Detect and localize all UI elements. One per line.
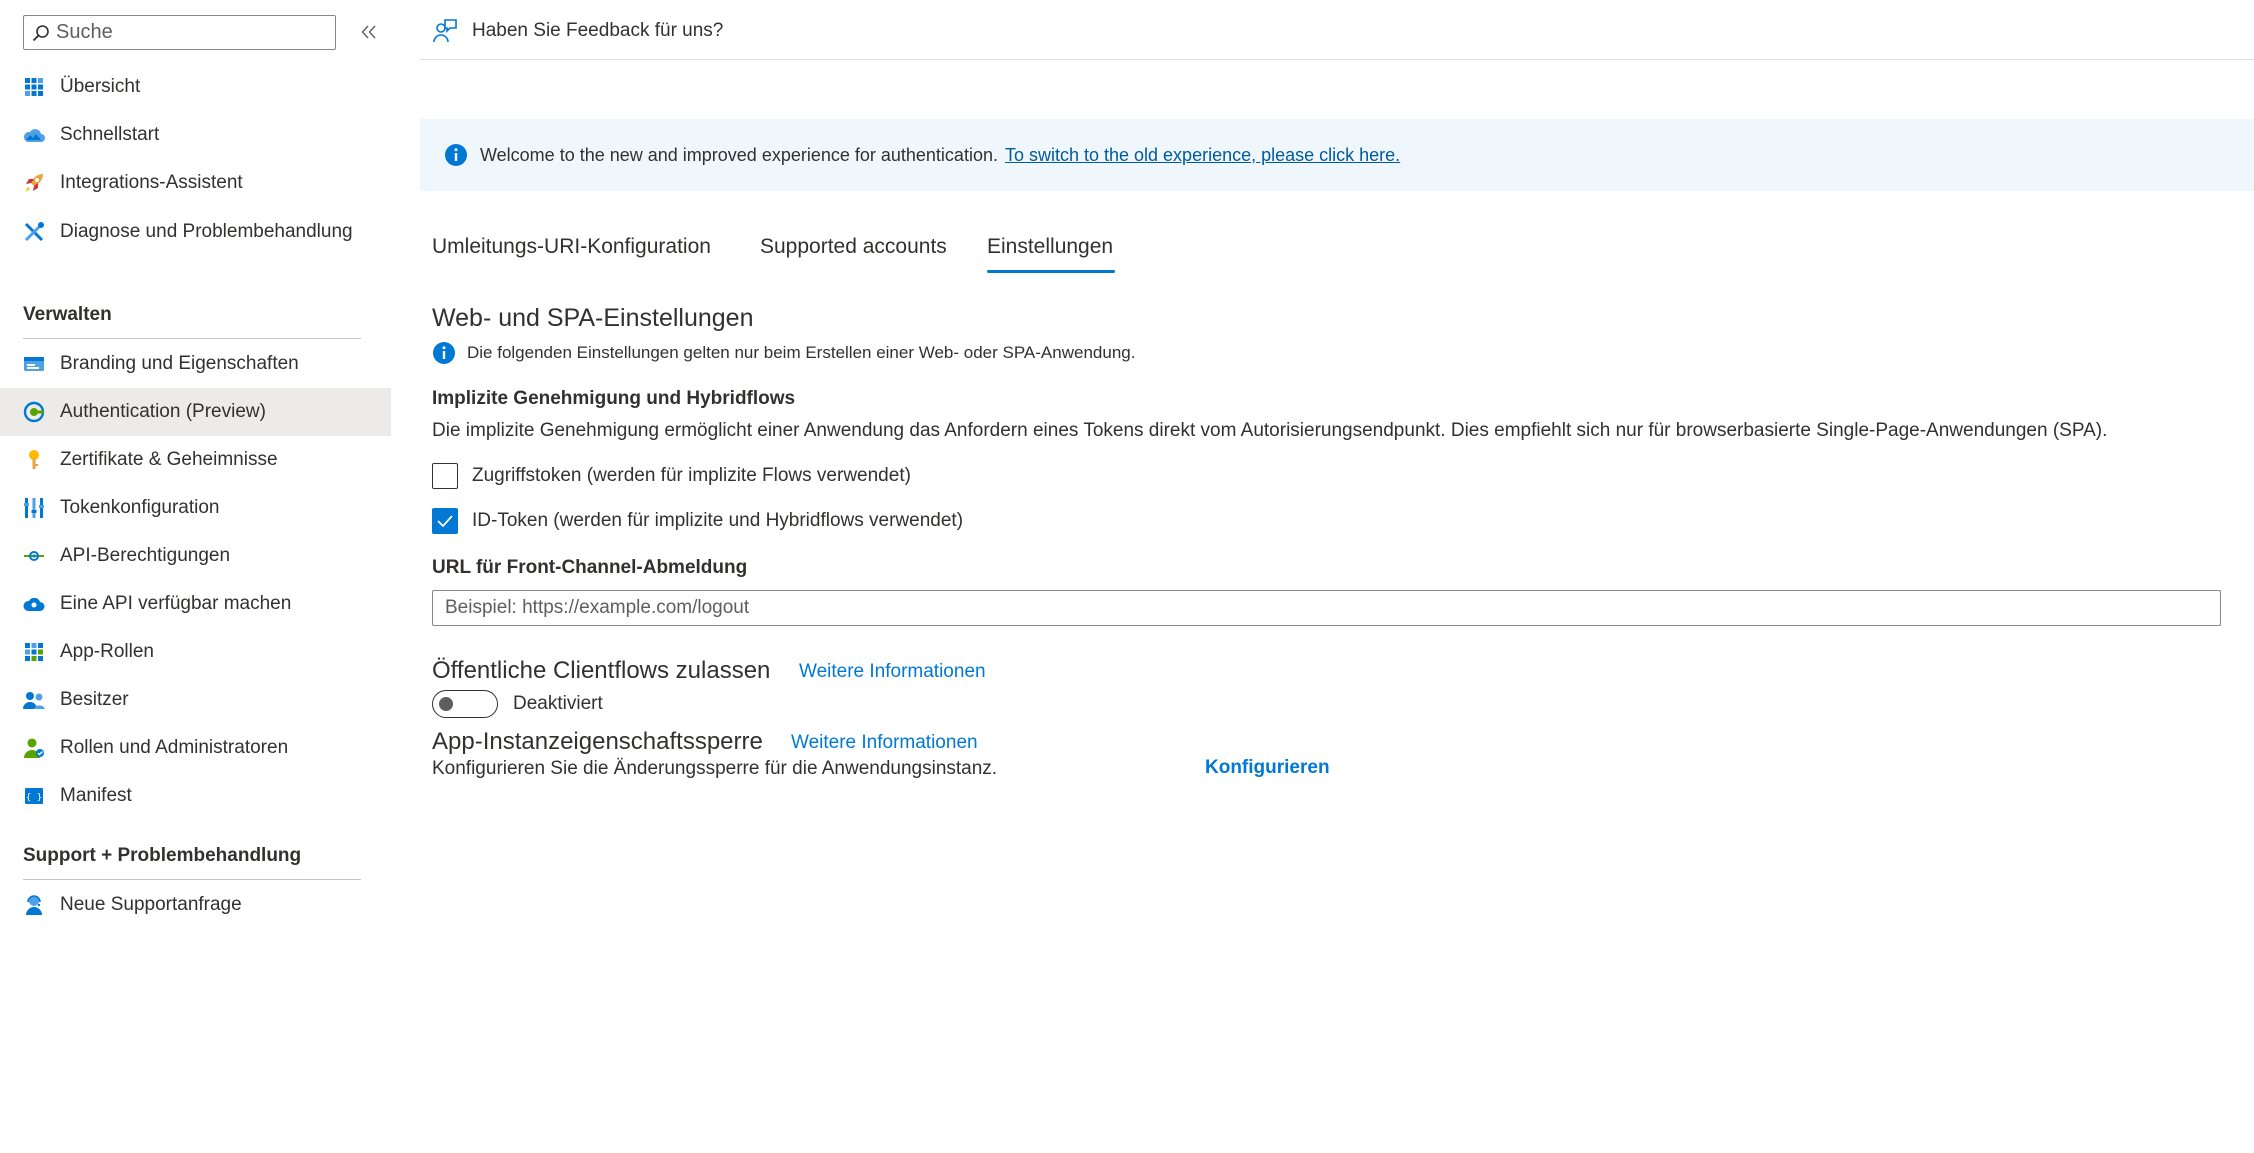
sidebar-item-label: Besitzer <box>60 689 129 710</box>
sidebar-item-label: Rollen und Administratoren <box>60 737 289 758</box>
front-channel-logout-label: URL für Front-Channel-Abmeldung <box>432 557 748 578</box>
double-chevron-left-icon <box>361 25 376 39</box>
id-tokens-label: ID-Token (werden für implizite und Hybri… <box>472 510 964 531</box>
info-banner: Welcome to the new and improved experien… <box>420 119 2254 191</box>
info-icon <box>445 144 467 166</box>
implicit-grant-heading: Implizite Genehmigung und Hybridflows <box>432 388 796 409</box>
sidebar-item-owners[interactable]: Besitzer <box>0 676 391 724</box>
sidebar-item-label: API-Berechtigungen <box>60 545 231 566</box>
manifest-icon: { } <box>22 784 46 808</box>
active-tab-indicator <box>987 270 1115 273</box>
web-spa-settings-title: Web- und SPA-Einstellungen <box>432 304 754 332</box>
instance-lock-description: Konfigurieren Sie die Änderungssperre fü… <box>432 758 998 779</box>
search-box[interactable] <box>23 15 336 50</box>
roles-admin-icon <box>22 736 46 760</box>
sidebar-item-label: Integrations-Assistent <box>60 172 243 193</box>
wrench-tools-icon <box>22 220 46 244</box>
tab-supported-accounts[interactable]: Supported accounts <box>760 235 947 259</box>
main-content: Haben Sie Feedback für uns? Welcome to t… <box>420 0 2254 1153</box>
sidebar-item-label: Schnellstart <box>60 124 160 145</box>
sidebar-item-label: Neue Supportanfrage <box>60 894 242 915</box>
sidebar-item-token-config[interactable]: Tokenkonfiguration <box>0 484 391 532</box>
overview-grid-icon <box>22 75 46 99</box>
sidebar-item-roles-admins[interactable]: Rollen und Administratoren <box>0 724 391 772</box>
svg-text:{ }: { } <box>26 793 42 803</box>
sidebar-item-authentication[interactable]: Authentication (Preview) <box>0 388 391 436</box>
sidebar-item-new-support-request[interactable]: Neue Supportanfrage <box>0 881 391 929</box>
sidebar-item-app-roles[interactable]: App-Rollen <box>0 628 391 676</box>
branding-card-icon <box>22 352 46 376</box>
rocket-icon <box>22 171 46 195</box>
support-person-icon <box>22 893 46 917</box>
sidebar-item-branding[interactable]: Branding und Eigenschaften <box>0 340 391 388</box>
authentication-icon <box>22 400 46 424</box>
cloud-quickstart-icon <box>22 123 46 147</box>
feedback-text: Haben Sie Feedback für uns? <box>472 20 724 41</box>
sidebar-item-label: Manifest <box>60 785 132 806</box>
toggle-knob <box>439 697 453 711</box>
access-tokens-option[interactable]: Zugriffstoken (werden für implizite Flow… <box>432 463 911 489</box>
sidebar-item-label: Eine API verfügbar machen <box>60 593 292 614</box>
checkmark-icon <box>437 515 453 528</box>
owners-people-icon <box>22 688 46 712</box>
sidebar-item-integration-assistant[interactable]: Integrations-Assistent <box>0 159 391 207</box>
section-divider <box>23 338 361 339</box>
tab-redirect-uri[interactable]: Umleitungs-URI-Konfiguration <box>432 235 711 259</box>
section-divider <box>23 879 361 880</box>
sidebar-item-expose-api[interactable]: Eine API verfügbar machen <box>0 580 391 628</box>
header-divider <box>420 59 2254 60</box>
info-icon <box>433 342 455 364</box>
sidebar-item-manifest[interactable]: { } Manifest <box>0 772 391 820</box>
search-input[interactable] <box>56 21 316 44</box>
tab-settings[interactable]: Einstellungen <box>987 235 1113 259</box>
public-client-flows-title: Öffentliche Clientflows zulassen <box>432 657 771 684</box>
front-channel-logout-url-input[interactable] <box>432 590 2221 626</box>
public-client-flows-toggle-row[interactable]: Deaktiviert <box>432 690 603 718</box>
public-client-flows-toggle[interactable] <box>432 690 498 718</box>
banner-text: Welcome to the new and improved experien… <box>480 144 998 165</box>
web-spa-info-text: Die folgenden Einstellungen gelten nur b… <box>467 343 1136 362</box>
key-icon <box>22 448 46 472</box>
token-bars-icon <box>22 496 46 520</box>
collapse-sidebar-button[interactable] <box>355 17 383 47</box>
web-spa-info: Die folgenden Einstellungen gelten nur b… <box>432 341 1135 365</box>
instance-lock-more-info-link[interactable]: Weitere Informationen <box>791 732 978 754</box>
sidebar-item-overview[interactable]: Übersicht <box>0 63 391 111</box>
feedback-person-icon <box>433 19 457 43</box>
sidebar-item-api-permissions[interactable]: API-Berechtigungen <box>0 532 391 580</box>
sidebar-item-label: Übersicht <box>60 76 141 97</box>
configure-button[interactable]: Konfigurieren <box>1205 757 1330 779</box>
sidebar-item-label: App-Rollen <box>60 641 154 662</box>
implicit-grant-description: Die implizite Genehmigung ermöglicht ein… <box>432 420 2108 441</box>
section-header-support: Support + Problembehandlung <box>23 845 302 866</box>
sidebar-item-label: Branding und Eigenschaften <box>60 353 299 374</box>
public-client-more-info-link[interactable]: Weitere Informationen <box>799 661 986 683</box>
sidebar-item-certificates[interactable]: Zertifikate & Geheimnisse <box>0 436 391 484</box>
id-tokens-checkbox[interactable] <box>432 508 458 534</box>
id-tokens-option[interactable]: ID-Token (werden für implizite und Hybri… <box>432 508 963 534</box>
sidebar-item-diagnose[interactable]: Diagnose und Problembehandlung <box>0 214 391 280</box>
api-permissions-icon <box>22 544 46 568</box>
sidebar-item-label: Authentication (Preview) <box>60 401 266 422</box>
access-tokens-checkbox[interactable] <box>432 463 458 489</box>
search-icon <box>32 24 49 41</box>
access-tokens-label: Zugriffstoken (werden für implizite Flow… <box>472 465 911 486</box>
feedback-link[interactable]: Haben Sie Feedback für uns? <box>432 18 723 44</box>
sidebar-item-label: Zertifikate & Geheimnisse <box>60 449 278 470</box>
switch-old-experience-link[interactable]: To switch to the old experience, please … <box>1005 145 1400 166</box>
cloud-api-icon <box>22 592 46 616</box>
app-instance-lock-title: App-Instanzeigenschaftssperre <box>432 728 763 755</box>
sidebar-item-quickstart[interactable]: Schnellstart <box>0 111 391 159</box>
app-roles-grid-icon <box>22 640 46 664</box>
sidebar: Übersicht Schnellstart Integrations-Assi… <box>0 0 391 1153</box>
sidebar-item-label: Tokenkonfiguration <box>60 497 220 518</box>
section-header-manage: Verwalten <box>23 304 112 325</box>
toggle-state-label: Deaktiviert <box>513 693 603 714</box>
sidebar-item-label: Diagnose und Problembehandlung <box>60 221 353 242</box>
